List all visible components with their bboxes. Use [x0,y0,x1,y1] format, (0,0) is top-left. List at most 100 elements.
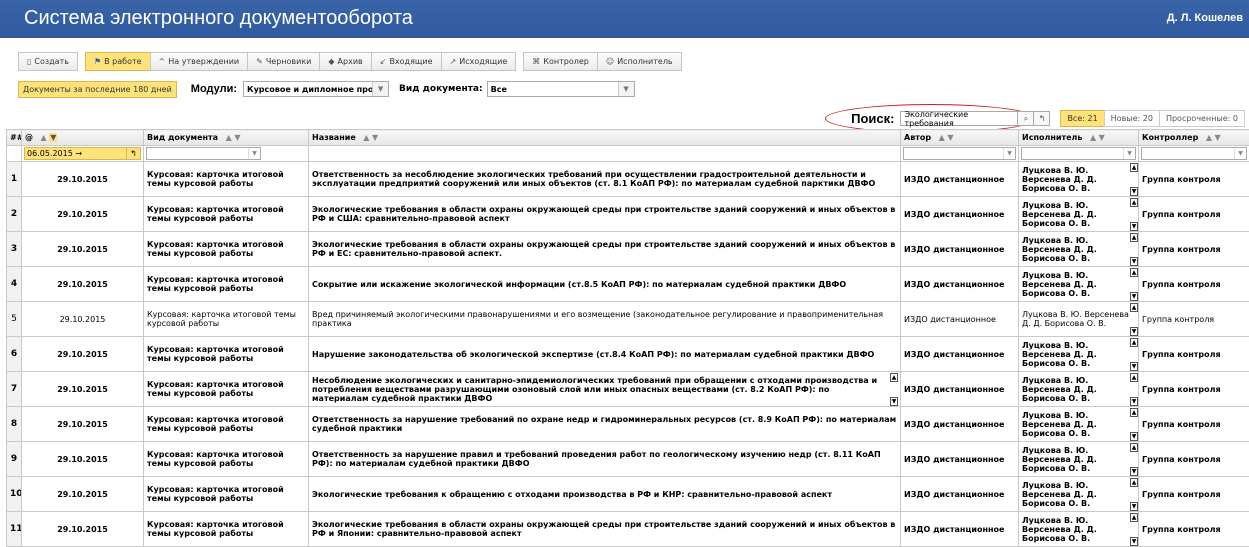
scroll-down-icon[interactable]: ▼ [1130,292,1138,301]
chevron-down-icon[interactable]: ▼ [372,82,388,96]
sort-icon[interactable]: ▲ ▼ [1087,133,1104,142]
chevron-down-icon[interactable]: ▼ [1234,148,1246,159]
table-row[interactable]: 229.10.2015Курсовая: карточка итоговой т… [7,197,1249,232]
scrollbar[interactable]: ▲▼ [1130,338,1138,371]
scroll-up-icon[interactable]: ▲ [1130,163,1138,172]
toolbar-button-label: Создать [34,57,69,66]
scroll-up-icon[interactable]: ▲ [1130,443,1138,452]
sort-icon[interactable]: ▲ ▼ [223,133,240,142]
date-filter-input[interactable]: 06.05.2015 →↰ [24,147,141,160]
row-executor-text: Луцкова В. Ю. Версенева Д. Д. Борисова О… [1022,236,1097,263]
table-row[interactable]: 529.10.2015Курсовая: карточка итоговой т… [7,302,1249,337]
toolbar-button-0[interactable]: ▯Создать [18,52,78,71]
sort-icon[interactable]: ▲ ▼ [361,133,378,142]
scrollbar[interactable]: ▲▼ [1130,373,1138,406]
controller-filter-select[interactable]: ▼ [1141,147,1247,160]
scroll-up-icon[interactable]: ▲ [1130,338,1138,347]
flag-icon: ⚑ [94,57,101,66]
scrollbar[interactable]: ▲▼ [1130,408,1138,441]
header-type[interactable]: Вид документа ▲ ▼ [144,130,309,146]
scroll-up-icon[interactable]: ▲ [1130,513,1138,522]
counter-tab[interactable]: Просроченные: 0 [1159,110,1245,127]
sort-icon[interactable]: ▲ ▼ [1203,133,1220,142]
toolbar-button-8[interactable]: ☺Исполнитель [597,52,682,71]
reset-search-icon[interactable]: ↰ [1034,111,1050,126]
scroll-up-icon[interactable]: ▲ [890,373,898,382]
header-date[interactable]: @ ▲ ▼ [22,130,144,146]
header-author[interactable]: Автор ▲ ▼ [901,130,1019,146]
header-name[interactable]: Название ▲ ▼ [309,130,901,146]
row-doc-type: Курсовая: карточка итоговой темы курсово… [144,302,309,337]
scrollbar[interactable]: ▲▼ [1130,233,1138,266]
toolbar-button-3[interactable]: ✎Черновики [247,52,320,71]
modules-select[interactable]: Курсовое и дипломное проє ▼ [243,81,389,97]
table-row[interactable]: 129.10.2015Курсовая: карточка итоговой т… [7,162,1249,197]
scroll-up-icon[interactable]: ▲ [1130,233,1138,242]
search-input[interactable]: Экологические требования [900,111,1018,126]
table-row[interactable]: 329.10.2015Курсовая: карточка итоговой т… [7,232,1249,267]
scroll-down-icon[interactable]: ▼ [1130,187,1138,196]
scroll-up-icon[interactable]: ▲ [1130,198,1138,207]
scrollbar[interactable]: ▲▼ [1130,198,1138,231]
toolbar-button-4[interactable]: ◆Архив [319,52,371,71]
toolbar-button-6[interactable]: ↗Исходящие [441,52,517,71]
toolbar-button-2[interactable]: ^На утверждении [150,52,249,71]
table-row[interactable]: 429.10.2015Курсовая: карточка итоговой т… [7,267,1249,302]
header-controller[interactable]: Контроллер ▲ ▼ [1139,130,1249,146]
toolbar-button-5[interactable]: ↙Входящие [371,52,442,71]
counter-tab[interactable]: Новые: 20 [1104,110,1160,127]
chevron-down-icon[interactable]: ▼ [248,148,260,159]
row-executor: Луцкова В. Ю. Версенева Д. Д. Борисова О… [1019,477,1139,512]
header-executor[interactable]: Исполнитель ▲ ▼ [1019,130,1139,146]
scrollbar[interactable]: ▲▼ [1130,303,1138,336]
doctype-select[interactable]: Все ▼ [487,81,635,97]
scroll-up-icon[interactable]: ▲ [1130,408,1138,417]
table-row[interactable]: 1029.10.2015Курсовая: карточка итоговой … [7,477,1249,512]
counter-tab[interactable]: Все: 21 [1060,110,1104,127]
scrollbar[interactable]: ▲▼ [1130,163,1138,196]
scroll-down-icon[interactable]: ▼ [1130,362,1138,371]
type-filter-select[interactable]: ▼ [146,147,261,160]
scrollbar[interactable]: ▲▼ [1130,443,1138,476]
scroll-up-icon[interactable]: ▲ [1130,268,1138,277]
toolbar-button-1[interactable]: ⚑В работе [85,52,151,71]
controller-icon: ⌘ [532,57,540,66]
user-name[interactable]: Д. Л. Кошелев [1167,12,1243,24]
scrollbar[interactable]: ▲▼ [1130,268,1138,301]
table-row[interactable]: 1129.10.2015Курсовая: карточка итоговой … [7,512,1249,547]
scroll-down-icon[interactable]: ▼ [1130,222,1138,231]
table-row[interactable]: 729.10.2015Курсовая: карточка итоговой т… [7,372,1249,407]
scroll-down-icon[interactable]: ▼ [1130,327,1138,336]
chevron-down-icon[interactable]: ▼ [1003,148,1015,159]
search-icon[interactable]: ⌕ [1018,111,1034,126]
chevron-down-icon[interactable]: ▼ [618,82,634,96]
scroll-down-icon[interactable]: ▼ [1130,502,1138,511]
days-filter-button[interactable]: Документы за последние 180 дней [18,81,177,98]
row-number: 6 [7,337,22,372]
scroll-down-icon[interactable]: ▼ [890,397,898,406]
scroll-down-icon[interactable]: ▼ [1130,397,1138,406]
scroll-down-icon[interactable]: ▼ [1130,257,1138,266]
executor-filter-select[interactable]: ▼ [1021,147,1136,160]
scroll-down-icon[interactable]: ▼ [1130,432,1138,441]
row-author: ИЗДО дистанционное [901,337,1019,372]
chevron-down-icon[interactable]: ▼ [1123,148,1135,159]
scroll-down-icon[interactable]: ▼ [1130,537,1138,546]
table-row[interactable]: 929.10.2015Курсовая: карточка итоговой т… [7,442,1249,477]
scrollbar[interactable]: ▲▼ [890,373,898,406]
scroll-up-icon[interactable]: ▲ [1130,373,1138,382]
row-executor-text: Луцкова В. Ю. Версенева Д. Д. Борисова О… [1022,271,1097,298]
incoming-icon: ↙ [380,57,387,66]
sort-icon[interactable]: ▲ ▼ [936,133,953,142]
author-filter-select[interactable]: ▼ [903,147,1016,160]
scroll-up-icon[interactable]: ▲ [1130,303,1138,312]
table-row[interactable]: 629.10.2015Курсовая: карточка итоговой т… [7,337,1249,372]
toolbar-button-7[interactable]: ⌘Контролер [523,52,598,71]
scrollbar[interactable]: ▲▼ [1130,478,1138,511]
scroll-down-icon[interactable]: ▼ [1130,467,1138,476]
table-row[interactable]: 829.10.2015Курсовая: карточка итоговой т… [7,407,1249,442]
scroll-up-icon[interactable]: ▲ [1130,478,1138,487]
scrollbar[interactable]: ▲▼ [1130,513,1138,546]
reset-icon[interactable]: ↰ [126,148,140,159]
sort-icon[interactable]: ▲ ▼ [38,133,57,142]
